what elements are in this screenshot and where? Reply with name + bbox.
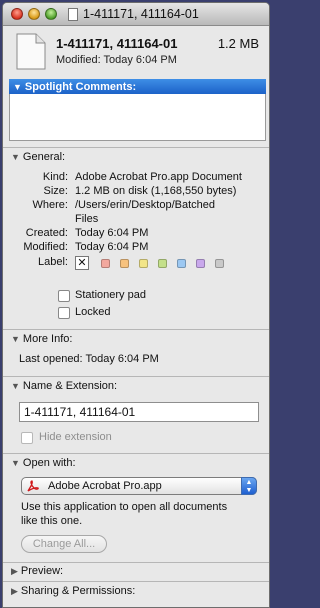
title-bar[interactable]: 1-411171, 411164-01	[3, 3, 269, 26]
disclosure-triangle-icon: ▼	[11, 152, 20, 162]
disclosure-triangle-icon: ▼	[11, 381, 20, 391]
sharing-permissions-label: Sharing & Permissions:	[20, 585, 136, 597]
kind-value: Adobe Acrobat Pro.app Document	[75, 171, 242, 183]
size-label: Size:	[43, 185, 68, 197]
spotlight-comments-label: Spotlight Comments:	[24, 80, 137, 93]
disclosure-triangle-icon: ▼	[11, 334, 20, 344]
open-with-description-line2: like this one.	[21, 515, 83, 527]
zoom-button[interactable]	[45, 8, 57, 20]
title-document-icon	[68, 7, 78, 21]
spotlight-comments-field[interactable]	[9, 94, 266, 141]
divider	[3, 147, 269, 148]
file-size: 1.2 MB	[217, 36, 259, 51]
popup-arrows-icon: ▲ ▼	[241, 477, 257, 495]
locked-checkbox[interactable]	[58, 307, 70, 319]
created-label: Created:	[25, 227, 68, 239]
hide-extension-checkbox[interactable]	[21, 432, 33, 444]
modified-label: Modified:	[23, 241, 68, 253]
file-name: 1-411171, 411164-01	[56, 36, 178, 51]
where-value: /Users/erin/Desktop/Batched	[75, 199, 216, 211]
window-title: 1-411171, 411164-01	[83, 7, 199, 21]
close-button[interactable]	[11, 8, 23, 20]
label-none-button[interactable]: ✕	[75, 256, 89, 270]
disclosure-triangle-collapsed-icon: ▶	[11, 565, 18, 576]
name-field[interactable]: 1-411171, 411164-01	[19, 402, 259, 422]
last-opened: Last opened: Today 6:04 PM	[19, 353, 159, 365]
general-label: General:	[22, 151, 66, 163]
hide-extension-label: Hide extension	[39, 431, 112, 443]
stationery-pad-label: Stationery pad	[75, 289, 146, 301]
label-color-swatch[interactable]	[215, 259, 224, 268]
document-icon	[16, 33, 46, 70]
info-window: 1-411171, 411164-01 1-411171, 411164-01 …	[2, 2, 270, 608]
where-value-continued: Files	[75, 213, 99, 225]
change-all-button[interactable]: Change All...	[21, 535, 107, 553]
size-value: 1.2 MB on disk (1,168,550 bytes)	[75, 185, 237, 197]
file-header: 1-411171, 411164-01 1.2 MB Modified: Tod…	[3, 26, 269, 76]
general-section-header[interactable]: ▼ General:	[11, 151, 65, 163]
label-label: Label:	[38, 256, 68, 268]
spotlight-comments-header[interactable]: ▼ Spotlight Comments:	[9, 79, 266, 94]
label-color-swatch[interactable]	[120, 259, 129, 268]
modified-summary: Modified: Today 6:04 PM	[56, 54, 177, 66]
divider	[3, 329, 269, 330]
divider	[3, 453, 269, 454]
preview-label: Preview:	[20, 565, 64, 577]
label-color-swatch[interactable]	[139, 259, 148, 268]
modified-value: Today 6:04 PM	[75, 241, 149, 253]
open-with-app-name: Adobe Acrobat Pro.app	[48, 480, 162, 492]
label-color-swatch[interactable]	[196, 259, 205, 268]
kind-label: Kind:	[42, 171, 68, 183]
disclosure-triangle-icon: ▼	[11, 458, 20, 468]
open-with-section-header[interactable]: ▼ Open with:	[11, 457, 76, 469]
disclosure-triangle-collapsed-icon: ▶	[11, 585, 18, 596]
label-color-swatch[interactable]	[177, 259, 186, 268]
divider	[3, 562, 269, 563]
stationery-pad-checkbox[interactable]	[58, 290, 70, 302]
locked-label: Locked	[75, 306, 111, 318]
created-value: Today 6:04 PM	[75, 227, 149, 239]
where-label: Where:	[32, 199, 68, 211]
acrobat-pdf-icon	[27, 480, 39, 492]
divider	[3, 581, 269, 582]
label-color-swatch[interactable]	[101, 259, 110, 268]
open-with-description-line1: Use this application to open all documen…	[21, 501, 228, 513]
preview-section-header[interactable]: ▶ Preview:	[11, 565, 63, 577]
divider	[3, 376, 269, 377]
name-extension-label: Name & Extension:	[22, 380, 118, 392]
open-with-popup[interactable]: Adobe Acrobat Pro.app ▲ ▼	[21, 477, 257, 495]
name-extension-section-header[interactable]: ▼ Name & Extension:	[11, 380, 117, 392]
minimize-button[interactable]	[28, 8, 40, 20]
more-info-section-header[interactable]: ▼ More Info:	[11, 333, 72, 345]
sharing-permissions-section-header[interactable]: ▶ Sharing & Permissions:	[11, 585, 135, 597]
label-color-swatch[interactable]	[158, 259, 167, 268]
disclosure-triangle-icon: ▼	[13, 81, 22, 92]
open-with-label: Open with:	[22, 457, 76, 469]
more-info-label: More Info:	[22, 333, 73, 345]
